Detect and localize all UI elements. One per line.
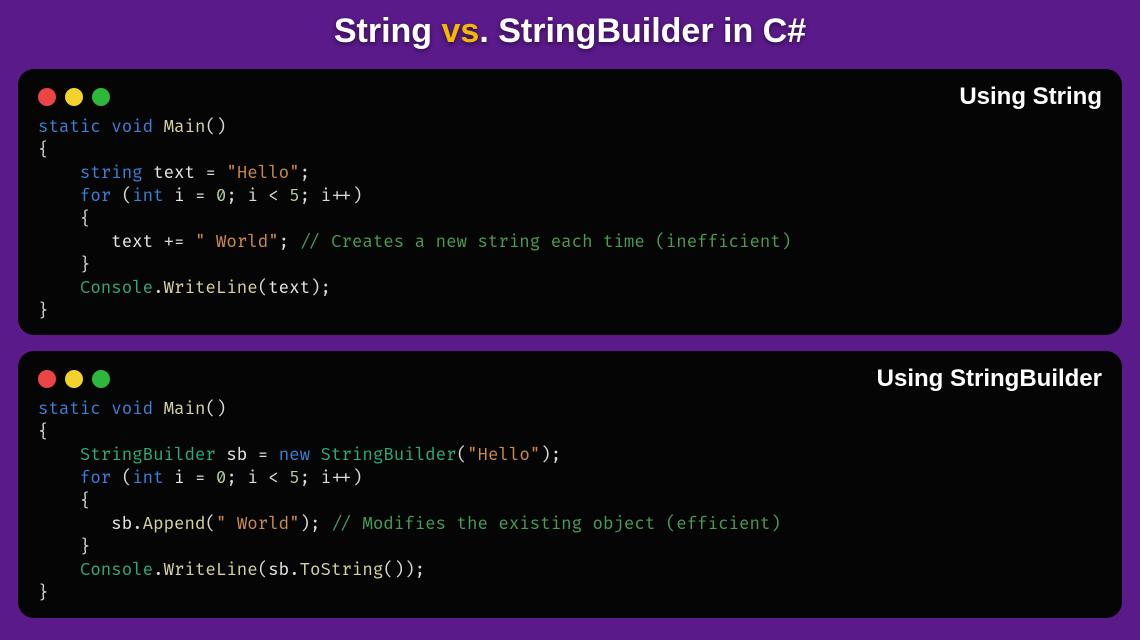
code-block-stringbuilder: static void Main() { StringBuilder sb = … <box>38 399 1102 605</box>
window-controls <box>38 370 110 388</box>
window-controls <box>38 88 110 106</box>
maximize-icon <box>92 88 110 106</box>
panel-title-stringbuilder: Using StringBuilder <box>877 365 1102 393</box>
page-title: String vs. StringBuilder in C# <box>18 12 1122 51</box>
minimize-icon <box>65 370 83 388</box>
title-vs: vs <box>442 12 480 50</box>
panel-header: Using String <box>38 83 1102 111</box>
close-icon <box>38 88 56 106</box>
code-block-string: static void Main() { string text = "Hell… <box>38 117 1102 323</box>
panel-header: Using StringBuilder <box>38 365 1102 393</box>
title-part3: . StringBuilder in C# <box>479 12 806 50</box>
close-icon <box>38 370 56 388</box>
maximize-icon <box>92 370 110 388</box>
code-panel-stringbuilder: Using StringBuilder static void Main() {… <box>18 351 1122 617</box>
title-part1: String <box>334 12 442 50</box>
panel-title-string: Using String <box>959 83 1102 111</box>
code-panel-string: Using String static void Main() { string… <box>18 69 1122 335</box>
minimize-icon <box>65 88 83 106</box>
